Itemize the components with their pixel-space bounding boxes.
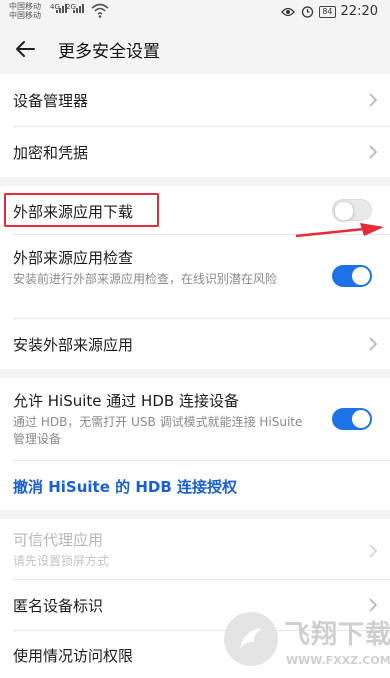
- clock-time: 22:20: [340, 4, 378, 19]
- page-title: 更多安全设置: [58, 42, 160, 62]
- back-button[interactable]: [10, 34, 40, 64]
- app-bar: 更多安全设置: [0, 24, 390, 74]
- row-install-external[interactable]: 安装外部来源应用: [0, 319, 390, 369]
- watermark-logo-icon: [224, 612, 278, 666]
- chevron-right-icon: [369, 544, 378, 558]
- annotation-highlight-box: [4, 193, 159, 227]
- revoke-hdb-link[interactable]: 撤消 HiSuite 的 HDB 连接授权: [0, 461, 390, 510]
- row-subtitle: 安装前进行外部来源应用检查，在线识别潜在风险: [13, 272, 278, 286]
- row-label: 设备管理器: [13, 92, 89, 110]
- watermark-brand: 飞翔下载: [284, 620, 390, 650]
- carrier-2-label: 中国移动: [9, 11, 41, 20]
- chevron-right-icon: [369, 93, 378, 107]
- external-check-toggle[interactable]: [332, 265, 372, 287]
- watermark-url: WWW.FXXZ.COM: [286, 654, 390, 667]
- row-label: 使用情况访问权限: [13, 647, 134, 665]
- row-label: 匿名设备标识: [13, 597, 104, 615]
- revoke-hdb-label: 撤消 HiSuite 的 HDB 连接授权: [13, 478, 237, 496]
- row-subtitle: 请先设置锁屏方式: [13, 554, 110, 568]
- row-external-check[interactable]: 外部来源应用检查 安装前进行外部来源应用检查，在线识别潜在风险: [0, 235, 390, 318]
- row-subtitle: 通过 HDB，无需打开 USB 调试模式就能连接 HiSuite 管理设备: [13, 415, 303, 446]
- battery-icon: 84: [319, 5, 336, 18]
- carrier-1-label: 中国移动: [9, 2, 41, 11]
- watermark: 飞翔下载 WWW.FXXZ.COM: [220, 608, 390, 678]
- status-bar: 中国移动 中国移动 4G 2G 84 22:20: [0, 0, 390, 24]
- settings-group-device: 设备管理器 加密和凭据: [0, 74, 390, 177]
- row-label: 外部来源应用检查: [13, 249, 134, 267]
- row-device-manager[interactable]: 设备管理器: [0, 74, 390, 126]
- row-label: 可信代理应用: [13, 531, 104, 549]
- chevron-right-icon: [369, 337, 378, 351]
- allow-hdb-toggle[interactable]: [332, 408, 372, 430]
- row-label: 加密和凭据: [13, 144, 89, 162]
- external-download-toggle[interactable]: [332, 199, 372, 221]
- wifi-icon: [91, 3, 109, 18]
- row-label: 安装外部来源应用: [13, 336, 134, 354]
- eye-icon: [281, 5, 296, 19]
- settings-group-hisuite: 允许 HiSuite 通过 HDB 连接设备 通过 HDB，无需打开 USB 调…: [0, 378, 390, 510]
- row-allow-hdb[interactable]: 允许 HiSuite 通过 HDB 连接设备 通过 HDB，无需打开 USB 调…: [0, 378, 390, 460]
- annotation-arrow-icon: [295, 223, 384, 238]
- alarm-icon: [300, 5, 314, 19]
- row-label: 允许 HiSuite 通过 HDB 连接设备: [13, 392, 239, 410]
- row-trust-agent: 可信代理应用 请先设置锁屏方式: [0, 519, 390, 579]
- row-encryption[interactable]: 加密和凭据: [0, 127, 390, 177]
- chevron-right-icon: [369, 145, 378, 159]
- signal-2-icon: [73, 4, 84, 13]
- arrow-left-icon: [16, 41, 35, 57]
